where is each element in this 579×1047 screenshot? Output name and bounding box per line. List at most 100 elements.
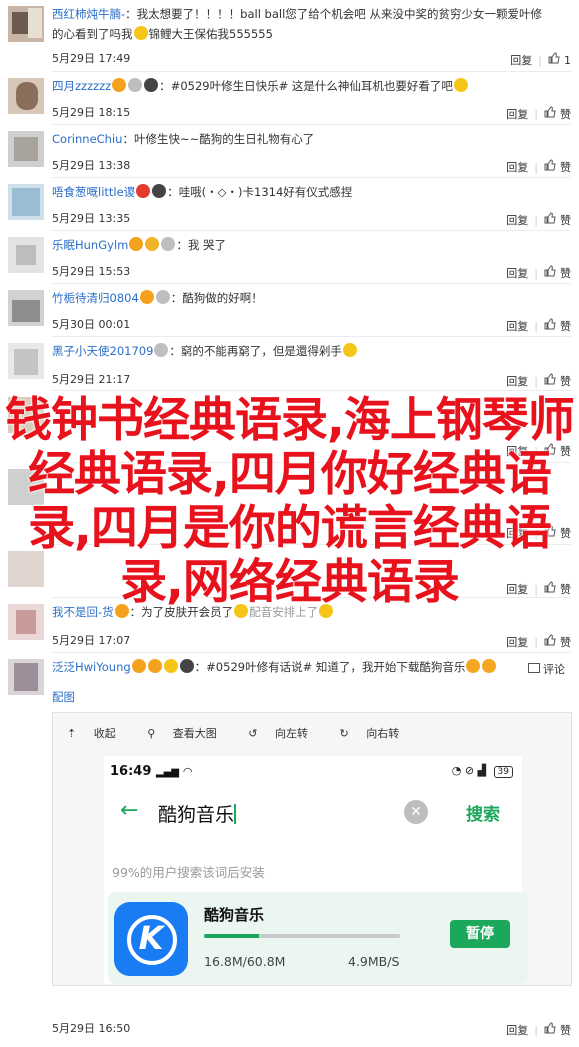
comment-text-continued: 的心看到了吗我 锦鲤大王保佑我555555: [52, 26, 273, 41]
avatar[interactable]: [8, 343, 44, 379]
comment-time: 5月29日 17:07: [52, 634, 131, 647]
comment-username[interactable]: CorinneChiu: [52, 132, 122, 146]
comment-time: 5月29日 13:38: [52, 159, 131, 172]
reply-button[interactable]: 回复: [506, 161, 528, 175]
alarm-icon: ◔: [451, 764, 465, 777]
crown-badge-icon: [129, 237, 144, 251]
reply-button[interactable]: 回复: [510, 54, 532, 68]
hug-face-icon: [466, 659, 481, 673]
avatar[interactable]: [8, 659, 44, 695]
signal-icon: ▟: [477, 764, 490, 777]
comment-item: 黑子小天使201709 ：窮的不能再窮了，但是還得剁手 5月29日 21:17 回…: [0, 337, 579, 391]
pause-button[interactable]: 暂停: [450, 920, 510, 948]
medal-icon: [128, 78, 143, 92]
comment-time: 5月29日 15:53: [52, 265, 131, 278]
comment-username[interactable]: 西红柿炖牛腩-: [52, 7, 125, 21]
avatar[interactable]: [8, 131, 44, 167]
comment-time: 5月29日 17:49: [52, 52, 131, 65]
comment-text: 唔食葱嘅little谡 ：哇哦(・◇・)卡1314好有仪式感捏: [52, 184, 353, 199]
like-count[interactable]: 赞: [560, 1024, 571, 1038]
comment-actions: 回复 | 赞: [506, 159, 571, 175]
comment-actions: 回复 | 赞: [506, 212, 571, 228]
kugou-app-icon: K: [114, 902, 188, 976]
rotate-right-button[interactable]: ↻ 向右转: [340, 727, 414, 740]
rotate-left-button[interactable]: ↺ 向左转: [248, 727, 322, 740]
overlay-title: 钱钟书经典语录,海上钢琴师经典语录,四月你好经典语录,四月是你的谎言经典语录,网…: [5, 393, 575, 610]
clear-icon[interactable]: ✕: [404, 800, 428, 824]
thumbs-up-icon[interactable]: [544, 1022, 556, 1034]
image-icon: [528, 663, 540, 673]
reply-button[interactable]: 回复: [506, 320, 528, 334]
thumbs-up-icon[interactable]: [548, 52, 560, 64]
like-count[interactable]: 赞: [560, 636, 571, 650]
mute-icon: ⊘: [464, 764, 478, 777]
search-bar: ← 酷狗音乐 ✕ 搜索: [118, 792, 526, 832]
comment-actions: 回复 | 赞: [506, 265, 571, 281]
thumbs-up-icon[interactable]: [544, 106, 556, 118]
back-arrow-icon[interactable]: ←: [120, 798, 138, 823]
hug-face-icon: [482, 659, 497, 673]
crying-face-icon: [133, 26, 148, 40]
comment-username[interactable]: 泛泛HwiYoung: [52, 660, 131, 674]
app-download-card[interactable]: K 酷狗音乐 16.8M/60.8M 4.9MB/S 暂停: [108, 892, 528, 984]
avatar[interactable]: [8, 237, 44, 273]
comment-item: 竹栀待清归0804 ：酷狗做的好啊！ 5月30日 00:01 回复 | 赞: [0, 284, 579, 337]
comment-username[interactable]: 黑子小天使201709: [52, 344, 153, 358]
avatar[interactable]: [8, 78, 44, 114]
thumbs-up-icon[interactable]: [544, 265, 556, 277]
comment-time: 5月29日 21:17: [52, 373, 131, 386]
sunglasses-face-icon: [163, 659, 178, 673]
comment-link-button[interactable]: 评论: [528, 661, 565, 677]
smile-face-icon: [342, 343, 357, 357]
thumbs-up-icon[interactable]: [544, 159, 556, 171]
comment-username[interactable]: 唔食葱嘅little谡: [52, 185, 135, 199]
avatar[interactable]: [8, 290, 44, 326]
search-button[interactable]: 搜索: [466, 800, 500, 825]
comment-item: 唔食葱嘅little谡 ：哇哦(・◇・)卡1314好有仪式感捏 5月29日 13:…: [0, 178, 579, 231]
comment-time: 5月29日 18:15: [52, 106, 131, 119]
comment-item: CorinneChiu：叶修生快~~酷狗的生日礼物有心了 5月29日 13:38…: [0, 125, 579, 178]
like-count[interactable]: 1: [564, 54, 571, 68]
battery-icon: 39: [493, 766, 513, 778]
medal-icon: [161, 237, 176, 251]
signal-icon: ▂▄▆: [155, 767, 179, 778]
comment-text: 四月zzzzzz ：#0529叶修生日快乐# 这是什么神仙耳机也要好看了吧: [52, 76, 572, 96]
avatar[interactable]: [8, 184, 44, 220]
comment-text: 泛泛HwiYoung ：#0529叶修有话说# 知道了，我开始下载酷狗音乐: [52, 657, 572, 677]
comment-actions: 回复 | 赞: [506, 373, 571, 389]
search-input[interactable]: 酷狗音乐: [158, 800, 237, 827]
reply-button[interactable]: 回复: [506, 108, 528, 122]
ribbon-icon: [145, 237, 160, 251]
avatar[interactable]: [8, 6, 44, 42]
search-icon: ⚲: [147, 727, 159, 740]
like-count[interactable]: 赞: [560, 161, 571, 175]
comment-text: 黑子小天使201709 ：窮的不能再窮了，但是還得剁手: [52, 341, 572, 361]
comment-username[interactable]: 四月zzzzzz: [52, 79, 111, 93]
comment-actions: 回复 | 赞: [506, 1022, 571, 1038]
collapse-button[interactable]: ⇡ 收起: [67, 727, 130, 740]
reply-button[interactable]: 回复: [506, 267, 528, 281]
like-count[interactable]: 赞: [560, 267, 571, 281]
status-icons: ◔ ⊘ ▟ 39: [452, 764, 513, 778]
comment-text: 竹栀待清归0804 ：酷狗做的好啊！: [52, 290, 263, 305]
view-large-button[interactable]: ⚲ 查看大图: [147, 727, 231, 740]
comment-time: 5月29日 13:35: [52, 212, 131, 225]
wifi-icon: ◠: [183, 765, 192, 778]
comment-item: 四月zzzzzz ：#0529叶修生日快乐# 这是什么神仙耳机也要好看了吧 5月2…: [0, 72, 579, 125]
thumbs-up-icon[interactable]: [544, 318, 556, 330]
reply-button[interactable]: 回复: [506, 375, 528, 389]
reply-button[interactable]: 回复: [506, 1024, 528, 1038]
like-count[interactable]: 赞: [560, 214, 571, 228]
reply-button[interactable]: 回复: [506, 636, 528, 650]
comment-username[interactable]: 乐眠HunGylm: [52, 238, 128, 252]
thumbs-up-icon[interactable]: [544, 373, 556, 385]
like-count[interactable]: 赞: [560, 108, 571, 122]
comment-username[interactable]: 竹栀待清归0804: [52, 291, 139, 305]
like-count[interactable]: 赞: [560, 320, 571, 334]
like-count[interactable]: 赞: [560, 375, 571, 389]
thumbs-up-icon[interactable]: [544, 212, 556, 224]
rotate-right-icon: ↻: [339, 727, 353, 740]
download-size: 16.8M/60.8M: [204, 954, 286, 969]
reply-button[interactable]: 回复: [506, 214, 528, 228]
thumbs-up-icon[interactable]: [544, 634, 556, 646]
